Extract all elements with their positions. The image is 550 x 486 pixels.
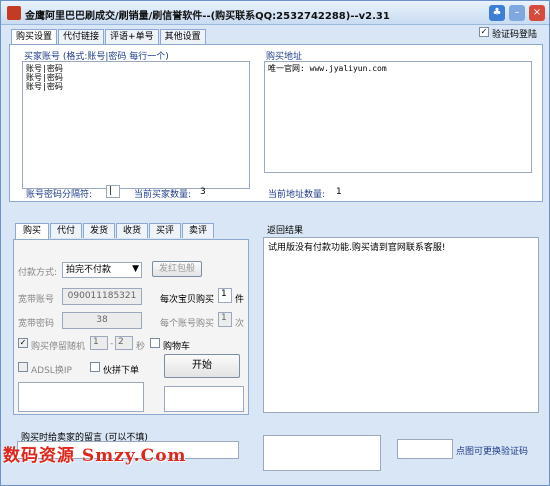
site-watermark: 数码资源 Smzy.Com xyxy=(3,446,187,466)
tab-other-settings[interactable]: 其他设置 xyxy=(159,29,206,44)
cart-checkbox[interactable] xyxy=(150,338,160,348)
buyer-address-panel: 买家账号 (格式:账号|密码 每行一个) 账号|密码 账号|密码 账号|密码 账… xyxy=(9,44,543,202)
adsl-checkbox[interactable] xyxy=(18,362,28,372)
random-stop-checkbox[interactable]: ✓ xyxy=(18,338,28,348)
cart-label: 购物车 xyxy=(163,342,191,352)
top-tab-bar: 购买设置 代付链接 评语+单号 其他设置 xyxy=(11,29,207,45)
broadband-account-input[interactable]: 090011185321 xyxy=(62,288,142,305)
tab-ship[interactable]: 发货 xyxy=(83,223,115,238)
result-label: 返回结果 xyxy=(267,226,304,236)
combine-order-label: 伙拼下单 xyxy=(103,366,140,376)
address-count-label: 当前地址数量: xyxy=(268,190,326,200)
tab-purchase-settings[interactable]: 购买设置 xyxy=(11,29,58,45)
per-item-input[interactable]: 1 xyxy=(218,288,232,303)
tab-buyer-review[interactable]: 买评 xyxy=(149,223,181,238)
title-bar: 金鹰阿里巴巴刷成交/刷销量/刷信誉软件--(购买联系QQ:2532742288)… xyxy=(1,1,549,25)
payment-label: 付款方式: xyxy=(18,268,58,278)
tab-receive[interactable]: 收货 xyxy=(116,223,148,238)
minimize-icon[interactable]: – xyxy=(509,5,525,21)
address-count-value: 1 xyxy=(336,187,342,197)
tab-comments-orders[interactable]: 评语+单号 xyxy=(105,29,159,44)
payment-select[interactable]: 拍完不付款 ▼ xyxy=(62,262,142,278)
separator-input[interactable]: | xyxy=(106,185,120,198)
sub-tab-bar: 购买 代付 发货 收货 买评 卖评 xyxy=(15,223,215,239)
chevron-down-icon: ▼ xyxy=(132,264,139,274)
random-dash: - xyxy=(110,339,114,349)
red-packet-button[interactable]: 发红包般 xyxy=(152,261,202,277)
buy-log-box xyxy=(18,382,144,412)
tab-buy[interactable]: 购买 xyxy=(15,223,49,239)
separator-label: 账号密码分隔符: xyxy=(26,190,93,200)
buyer-count-value: 3 xyxy=(200,187,206,197)
skin-icon[interactable]: ♣ xyxy=(489,5,505,21)
tab-pay-links[interactable]: 代付链接 xyxy=(58,29,105,44)
verify-login-label: 验证码登陆 xyxy=(492,30,538,40)
combine-order-checkbox[interactable] xyxy=(90,362,100,372)
close-icon[interactable]: × xyxy=(529,5,545,21)
captcha-input[interactable] xyxy=(397,439,453,459)
window-title: 金鹰阿里巴巴刷成交/刷销量/刷信誉软件--(购买联系QQ:2532742288)… xyxy=(25,11,390,22)
captcha-image[interactable] xyxy=(263,435,381,471)
app-logo-icon xyxy=(7,6,21,20)
buy-status-box xyxy=(164,386,244,412)
payment-select-value: 拍完不付款 xyxy=(66,265,112,275)
adsl-label: ADSL换IP xyxy=(31,366,72,376)
buy-panel: 付款方式: 拍完不付款 ▼ 发红包般 宽带账号 090011185321 每次宝… xyxy=(13,239,249,415)
buyers-textarea[interactable]: 账号|密码 账号|密码 账号|密码 xyxy=(22,61,250,189)
broadband-account-label: 宽带账号 xyxy=(18,295,55,305)
random-min-input[interactable]: 1 xyxy=(90,336,108,350)
random-stop-label: 购买停留随机 xyxy=(31,342,86,352)
app-window: 金鹰阿里巴巴刷成交/刷销量/刷信誉软件--(购买联系QQ:2532742288)… xyxy=(0,0,550,486)
per-account-input[interactable]: 1 xyxy=(218,312,232,327)
captcha-refresh-hint[interactable]: 点图可更换验证码 xyxy=(456,444,528,457)
buyer-count-label: 当前买家数量: xyxy=(134,190,192,200)
verify-login-checkbox[interactable]: ✓ xyxy=(479,27,489,37)
broadband-password-input[interactable]: 38 xyxy=(62,312,142,329)
per-account-label: 每个账号购买 xyxy=(160,319,215,329)
result-textarea[interactable]: 试用版没有付款功能.购买请到官网联系客服! xyxy=(263,237,539,413)
start-button[interactable]: 开始 xyxy=(164,354,240,378)
per-item-label: 每次宝贝购买 xyxy=(160,295,215,305)
tab-seller-review[interactable]: 卖评 xyxy=(182,223,214,238)
random-max-input[interactable]: 2 xyxy=(115,336,133,350)
broadband-password-label: 宽带密码 xyxy=(18,319,55,329)
address-textarea[interactable]: 唯一官网: www.jyaliyun.com xyxy=(264,61,532,173)
per-item-unit: 件 xyxy=(235,295,245,305)
random-unit: 秒 xyxy=(136,342,146,352)
tab-proxy-pay[interactable]: 代付 xyxy=(50,223,82,238)
per-account-unit: 次 xyxy=(235,319,245,329)
